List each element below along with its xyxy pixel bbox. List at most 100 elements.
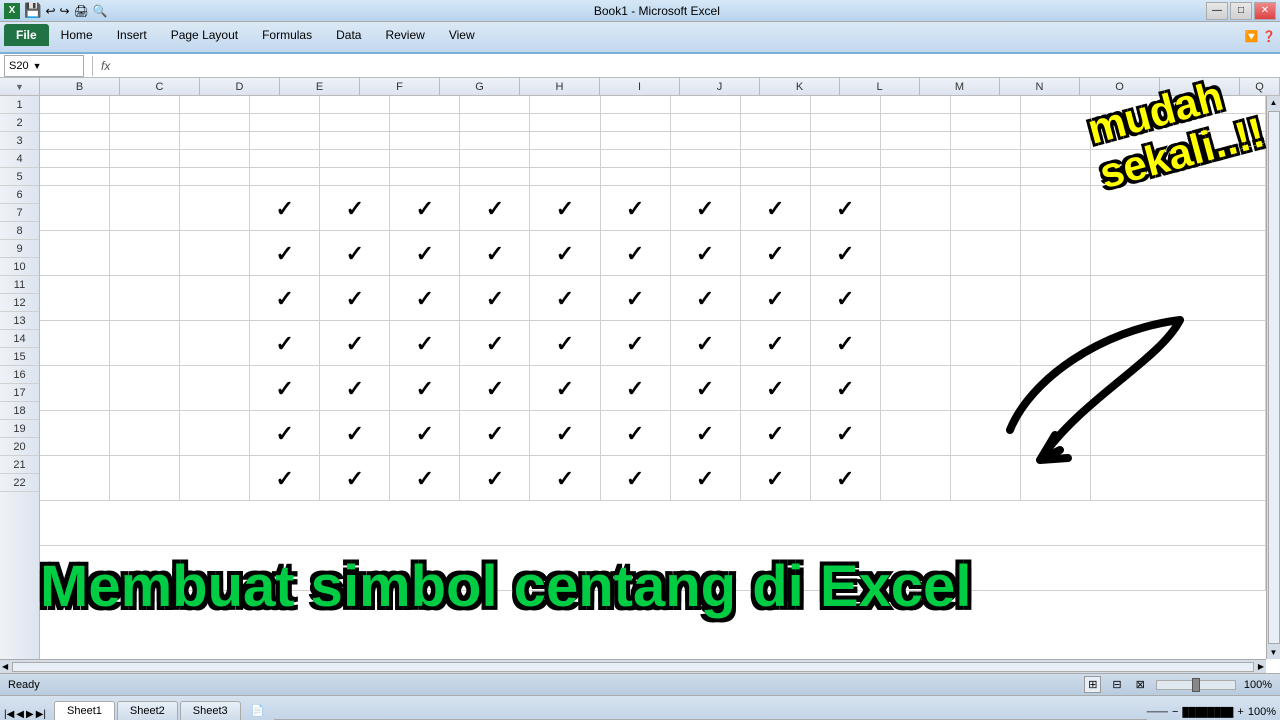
cell-J11[interactable]: ✓	[601, 411, 671, 456]
cell-K3[interactable]	[671, 132, 741, 150]
cell-F9[interactable]: ✓	[320, 321, 390, 366]
cell-E10[interactable]: ✓	[250, 366, 320, 411]
ribbon-minimize-icon[interactable]: 🔽	[1245, 30, 1259, 43]
cell-P5[interactable]	[1021, 168, 1091, 186]
cell-E12[interactable]: ✓	[250, 456, 320, 501]
cell-F4[interactable]	[320, 150, 390, 168]
cell-D4[interactable]	[180, 150, 250, 168]
cell-L3[interactable]	[741, 132, 811, 150]
cell-K1[interactable]	[671, 96, 741, 114]
sheet-nav-first[interactable]: |◀	[4, 709, 14, 720]
cell-B6[interactable]	[40, 186, 110, 231]
cell-J1[interactable]	[601, 96, 671, 114]
cell-L10[interactable]: ✓	[741, 366, 811, 411]
cell-N9[interactable]	[881, 321, 951, 366]
cell-B9[interactable]	[40, 321, 110, 366]
cell-G5[interactable]	[390, 168, 460, 186]
row-header-17[interactable]: 17	[0, 384, 39, 402]
col-header-G[interactable]: G	[440, 78, 520, 96]
cell-B2[interactable]	[40, 114, 110, 132]
col-header-M[interactable]: M	[920, 78, 1000, 96]
cell-G6[interactable]: ✓	[390, 186, 460, 231]
cell-N8[interactable]	[881, 276, 951, 321]
formula-input[interactable]	[114, 55, 1280, 77]
cell-H10[interactable]: ✓	[460, 366, 530, 411]
sheet-tab-new[interactable]: 📄	[243, 701, 273, 720]
cell-J10[interactable]: ✓	[601, 366, 671, 411]
cell-F2[interactable]	[320, 114, 390, 132]
cell-K9[interactable]: ✓	[671, 321, 741, 366]
col-header-C[interactable]: C	[120, 78, 200, 96]
row-header-3[interactable]: 3	[0, 132, 39, 150]
cell-L4[interactable]	[741, 150, 811, 168]
cell-H4[interactable]	[460, 150, 530, 168]
row-header-22[interactable]: 22	[0, 474, 39, 492]
cell-O6[interactable]	[951, 186, 1021, 231]
cell-E4[interactable]	[250, 150, 320, 168]
cell-P7[interactable]	[1021, 231, 1091, 276]
cell-N11[interactable]	[881, 411, 951, 456]
cell-B10[interactable]	[40, 366, 110, 411]
row-header-16[interactable]: 16	[0, 366, 39, 384]
col-header-I[interactable]: I	[600, 78, 680, 96]
view-normal-icon[interactable]: ⊞	[1084, 676, 1101, 693]
cell-E7[interactable]: ✓	[250, 231, 320, 276]
cell-K6[interactable]: ✓	[671, 186, 741, 231]
cell-N12[interactable]	[881, 456, 951, 501]
cell-J5[interactable]	[601, 168, 671, 186]
scroll-left-button[interactable]: ◀	[0, 660, 10, 673]
cell-N7[interactable]	[881, 231, 951, 276]
cell-J7[interactable]: ✓	[601, 231, 671, 276]
cell-C5[interactable]	[110, 168, 180, 186]
sheet-nav[interactable]: |◀ ◀ ▶ ▶|	[4, 709, 46, 720]
cell-I1[interactable]	[530, 96, 600, 114]
cell-J4[interactable]	[601, 150, 671, 168]
cell-I8[interactable]: ✓	[530, 276, 600, 321]
cell-E3[interactable]	[250, 132, 320, 150]
cell-G2[interactable]	[390, 114, 460, 132]
cell-I2[interactable]	[530, 114, 600, 132]
cell-E2[interactable]	[250, 114, 320, 132]
row-header-15[interactable]: 15	[0, 348, 39, 366]
minimize-button[interactable]: —	[1206, 2, 1228, 20]
cell-M11[interactable]: ✓	[811, 411, 881, 456]
cell-L12[interactable]: ✓	[741, 456, 811, 501]
sheet-nav-last[interactable]: ▶|	[36, 709, 46, 720]
row-header-11[interactable]: 11	[0, 276, 39, 294]
cell-M1[interactable]	[811, 96, 881, 114]
cell-N1[interactable]	[881, 96, 951, 114]
cell-J8[interactable]: ✓	[601, 276, 671, 321]
cell-I12[interactable]: ✓	[530, 456, 600, 501]
cell-K10[interactable]: ✓	[671, 366, 741, 411]
tab-home[interactable]: Home	[49, 24, 105, 46]
help-icon[interactable]: ❓	[1262, 30, 1276, 43]
col-header-N[interactable]: N	[1000, 78, 1080, 96]
cell-M5[interactable]	[811, 168, 881, 186]
cell-C8[interactable]	[110, 276, 180, 321]
cell-J2[interactable]	[601, 114, 671, 132]
cell-E8[interactable]: ✓	[250, 276, 320, 321]
cell-G7[interactable]: ✓	[390, 231, 460, 276]
row-header-8[interactable]: 8	[0, 222, 39, 240]
cell-M2[interactable]	[811, 114, 881, 132]
cell-O5[interactable]	[951, 168, 1021, 186]
row-header-21[interactable]: 21	[0, 456, 39, 474]
sheet-nav-prev[interactable]: ◀	[16, 709, 24, 720]
zoom-plus[interactable]: +	[1237, 706, 1243, 718]
cell-F5[interactable]	[320, 168, 390, 186]
scroll-up-button[interactable]: ▲	[1268, 96, 1280, 109]
cell-B12[interactable]	[40, 456, 110, 501]
cell-M8[interactable]: ✓	[811, 276, 881, 321]
cell-N2[interactable]	[881, 114, 951, 132]
cell-D10[interactable]	[180, 366, 250, 411]
cell-J12[interactable]: ✓	[601, 456, 671, 501]
cell-G3[interactable]	[390, 132, 460, 150]
cell-L5[interactable]	[741, 168, 811, 186]
cell-I9[interactable]: ✓	[530, 321, 600, 366]
row-header-13[interactable]: 13	[0, 312, 39, 330]
cell-B4[interactable]	[40, 150, 110, 168]
cell-E5[interactable]	[250, 168, 320, 186]
tab-formulas[interactable]: Formulas	[250, 24, 324, 46]
sheet-tab-1[interactable]: Sheet1	[54, 701, 115, 720]
cell-K8[interactable]: ✓	[671, 276, 741, 321]
